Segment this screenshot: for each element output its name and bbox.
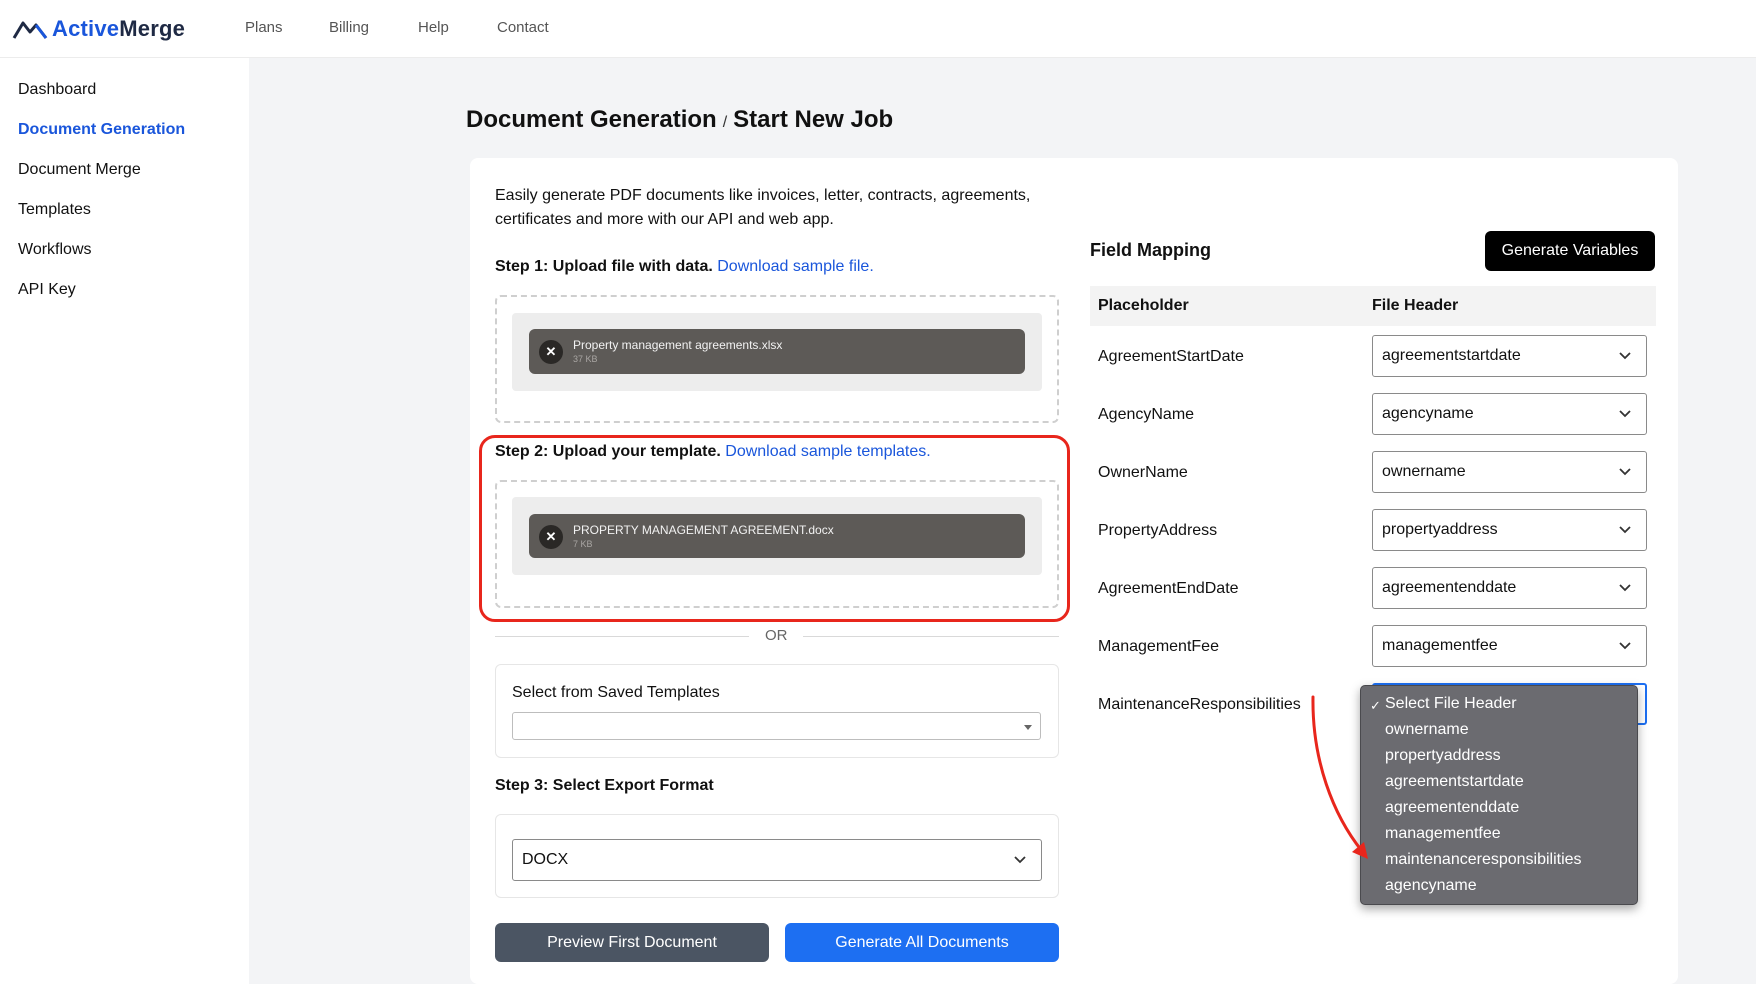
annotation-highlight-box (479, 435, 1070, 622)
intro-text: Easily generate PDF documents like invoi… (495, 187, 1031, 228)
dropdown-option[interactable]: agreementstartdate (1385, 773, 1524, 791)
file-header-select[interactable]: agreementenddate (1372, 567, 1647, 609)
file-header-value: agreementstartdate (1382, 347, 1521, 364)
chevron-down-icon (1619, 468, 1631, 476)
step1-label: Step 1: Upload file with data. (495, 258, 713, 275)
placeholder-label: AgreementStartDate (1098, 348, 1244, 365)
file-header-select[interactable]: managementfee (1372, 625, 1647, 667)
chevron-down-icon (1619, 352, 1631, 360)
file-header-value: agencyname (1382, 405, 1474, 422)
chevron-down-icon (1619, 642, 1631, 650)
divider-right (803, 636, 1059, 637)
divider-left (495, 636, 749, 637)
preview-first-document-button[interactable]: Preview First Document (495, 923, 769, 962)
file-header-value: managementfee (1382, 637, 1498, 654)
file-header-dropdown-list: ✓ Select File Header ownername propertya… (1360, 685, 1638, 905)
logo-mountain-icon (12, 21, 48, 39)
dropdown-option[interactable]: maintenanceresponsibilities (1385, 851, 1582, 869)
placeholder-label: MaintenanceResponsibilities (1098, 696, 1301, 713)
logo[interactable]: ActiveMerge (12, 14, 185, 44)
file-header-column-header: File Header (1372, 297, 1459, 314)
sidebar-item-dashboard[interactable]: Dashboard (18, 81, 96, 99)
dropdown-option[interactable]: ownername (1385, 721, 1469, 739)
file-header-value: agreementenddate (1382, 579, 1517, 596)
generate-all-documents-button[interactable]: Generate All Documents (785, 923, 1059, 962)
sidebar-item-document-merge[interactable]: Document Merge (18, 161, 141, 179)
dropdown-option[interactable]: Select File Header (1385, 695, 1517, 713)
file-header-value: ownername (1382, 463, 1466, 480)
sidebar-item-workflows[interactable]: Workflows (18, 241, 92, 259)
chevron-down-icon (1619, 526, 1631, 534)
file-header-select[interactable]: agreementstartdate (1372, 335, 1647, 377)
logo-text: ActiveMerge (52, 16, 186, 41)
data-file-name: Property management agreements.xlsx (573, 338, 783, 352)
data-file-item: ✕ Property management agreements.xlsx 37… (529, 329, 1025, 374)
saved-templates-select[interactable] (512, 712, 1041, 740)
dropdown-option[interactable]: managementfee (1385, 825, 1501, 843)
checkmark-icon: ✓ (1370, 698, 1381, 713)
mapping-table-header: Placeholder File Header (1090, 286, 1656, 326)
breadcrumb-parent[interactable]: Document Generation (466, 106, 717, 133)
dropdown-option[interactable]: agencyname (1385, 877, 1477, 895)
file-header-select[interactable]: propertyaddress (1372, 509, 1647, 551)
placeholder-label: AgreementEndDate (1098, 580, 1239, 597)
export-format-select[interactable]: DOCX (512, 839, 1042, 881)
field-mapping-title: Field Mapping (1090, 240, 1211, 260)
file-header-value: propertyaddress (1382, 521, 1498, 538)
nav-help[interactable]: Help (418, 19, 449, 36)
chevron-down-icon (1014, 856, 1026, 864)
file-header-select[interactable]: ownername (1372, 451, 1647, 493)
top-nav: ActiveMerge Plans Billing Help Contact (0, 0, 1756, 58)
generate-variables-button[interactable]: Generate Variables (1485, 231, 1655, 271)
placeholder-label: AgencyName (1098, 406, 1195, 423)
placeholder-column-header: Placeholder (1098, 297, 1189, 314)
or-label: OR (765, 627, 788, 644)
breadcrumb-separator: / (722, 114, 728, 131)
sidebar-item-api-key[interactable]: API Key (18, 281, 76, 299)
sidebar-item-templates[interactable]: Templates (18, 201, 91, 219)
remove-file-icon[interactable]: ✕ (539, 340, 563, 364)
placeholder-label: PropertyAddress (1098, 522, 1218, 539)
saved-templates-label: Select from Saved Templates (512, 684, 720, 701)
nav-billing[interactable]: Billing (329, 19, 369, 36)
dropdown-option[interactable]: agreementenddate (1385, 799, 1519, 817)
export-format-value: DOCX (522, 851, 569, 868)
sidebar: Dashboard Document Generation Document M… (0, 58, 249, 984)
chevron-down-icon (1619, 410, 1631, 418)
download-sample-file-link[interactable]: Download sample file. (717, 258, 874, 275)
nav-plans[interactable]: Plans (245, 19, 283, 36)
saved-templates-panel (495, 664, 1059, 758)
nav-contact[interactable]: Contact (497, 19, 549, 36)
sidebar-item-document-generation[interactable]: Document Generation (18, 121, 185, 139)
file-header-select[interactable]: agencyname (1372, 393, 1647, 435)
placeholder-label: ManagementFee (1098, 638, 1219, 655)
placeholder-label: OwnerName (1098, 464, 1188, 481)
data-file-size: 37 KB (573, 354, 598, 364)
caret-down-icon (1024, 725, 1032, 730)
breadcrumb: Document Generation / Start New Job (466, 106, 893, 134)
dropdown-option[interactable]: propertyaddress (1385, 747, 1501, 765)
step3-label: Step 3: Select Export Format (495, 777, 714, 794)
breadcrumb-current: Start New Job (733, 106, 894, 133)
chevron-down-icon (1619, 584, 1631, 592)
step1-heading: Step 1: Upload file with data. Download … (495, 258, 874, 276)
